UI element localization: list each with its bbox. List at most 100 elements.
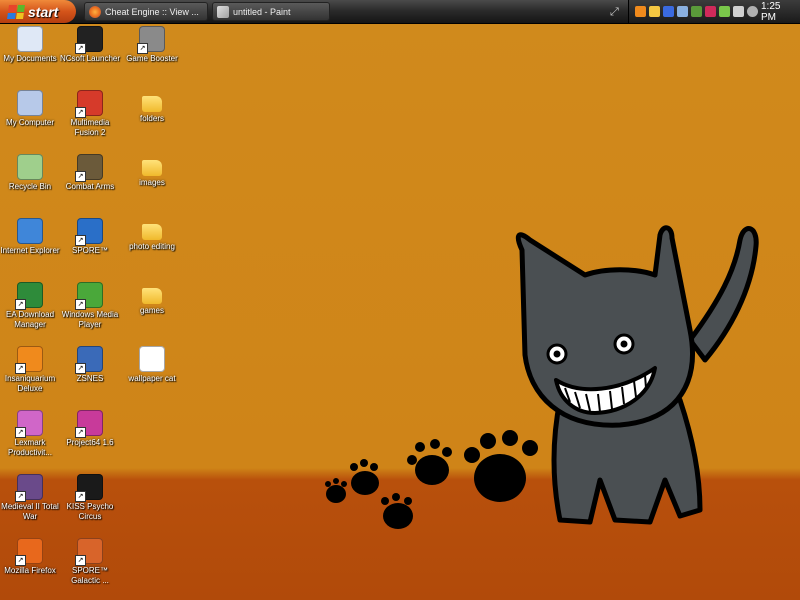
tray-windows-icon[interactable] (719, 6, 730, 17)
desktop-icon-label: My Computer (5, 118, 54, 127)
shortcut-arrow-icon: ↗ (15, 363, 26, 374)
medieval-2-icon: ↗ (15, 474, 43, 502)
desktop-icon-multimedia-fusion-2[interactable]: ↗ Multimedia Fusion 2 (58, 90, 122, 138)
desktop-icon-label: Mozilla Firefox (4, 566, 56, 575)
zsnes-icon: ↗ (75, 346, 103, 374)
shortcut-arrow-icon: ↗ (15, 299, 26, 310)
folders-icon (142, 96, 162, 112)
taskbar-window-label: untitled - Paint (233, 6, 291, 17)
desktop-icon-label: Insaniquarium Deluxe (4, 374, 56, 393)
desktop-icon-game-booster[interactable]: ↗ Game Booster (120, 26, 184, 64)
tray-network-icon[interactable] (663, 6, 674, 17)
shortcut-arrow-icon: ↗ (75, 171, 86, 182)
taskbar-window-paint[interactable]: untitled - Paint (212, 2, 330, 21)
desktop-icon-insaniquarium[interactable]: ↗ Insaniquarium Deluxe (0, 346, 62, 394)
tray-messenger-icon[interactable] (677, 6, 688, 17)
desktop-icon-label: Multimedia Fusion 2 (70, 118, 110, 137)
desktop-icon-label: photo editing (129, 242, 175, 251)
desktop-icon-label: EA Download Manager (5, 310, 55, 329)
system-tray: 1:25 PM (628, 0, 800, 23)
desktop-icon-ea-download-manager[interactable]: ↗ EA Download Manager (0, 282, 62, 330)
shortcut-arrow-icon: ↗ (137, 43, 148, 54)
desktop-icon-label: wallpaper cat (128, 374, 176, 383)
desktop-icon-medieval-2[interactable]: ↗ Medieval II Total War (0, 474, 62, 522)
desktop-icon-internet-explorer[interactable]: Internet Explorer (0, 218, 62, 256)
tray-m-icon[interactable] (705, 6, 716, 17)
kiss-psycho-circus-icon: ↗ (75, 474, 103, 502)
shortcut-arrow-icon: ↗ (75, 107, 86, 118)
tray-settings-icon[interactable] (747, 6, 758, 17)
shortcut-arrow-icon: ↗ (75, 427, 86, 438)
wallpaper-cat-icon (139, 346, 165, 372)
desktop-icon-games[interactable]: games (120, 282, 184, 316)
desktop-icon-my-computer[interactable]: My Computer (0, 90, 62, 128)
multimedia-fusion-2-icon: ↗ (75, 90, 103, 118)
desktop-icon-label: folders (139, 114, 164, 123)
desktop-icon-photo-editing[interactable]: photo editing (120, 218, 184, 252)
desktop-icon-kiss-psycho-circus[interactable]: ↗ KISS Psycho Circus (58, 474, 122, 522)
paint-icon (217, 5, 229, 18)
desktop-icon-label: Recycle Bin (8, 182, 52, 191)
desktop-icon-label: Project64 1.6 (66, 438, 114, 447)
desktop-icon-ncsoft-launcher[interactable]: ↗ NCsoft Launcher (58, 26, 122, 64)
start-button[interactable]: start (0, 0, 76, 23)
desktop-icon-zsnes[interactable]: ↗ ZSNES (58, 346, 122, 384)
tray-update-icon[interactable] (691, 6, 702, 17)
desktop-icon-label: NCsoft Launcher (59, 54, 121, 63)
desktop-icon-images[interactable]: images (120, 154, 184, 188)
taskbar-grip-icon[interactable]: ⤢ (610, 6, 619, 19)
desktop-icon-folders[interactable]: folders (120, 90, 184, 124)
shortcut-arrow-icon: ↗ (15, 491, 26, 502)
shortcut-arrow-icon: ↗ (75, 299, 86, 310)
firefox-icon (89, 5, 101, 18)
shortcut-arrow-icon: ↗ (75, 235, 86, 246)
desktop-icon-label: Medieval II Total War (1, 502, 59, 521)
desktop-icon-label: KISS Psycho Circus (66, 502, 114, 521)
project64-icon: ↗ (75, 410, 103, 438)
windows-media-player-icon: ↗ (75, 282, 103, 310)
desktop-icon-label: images (139, 178, 165, 187)
shortcut-arrow-icon: ↗ (15, 555, 26, 566)
tray-app-icon[interactable] (635, 6, 646, 17)
my-documents-icon (17, 26, 43, 52)
insaniquarium-icon: ↗ (15, 346, 43, 374)
desktop-icon-wallpaper-cat[interactable]: wallpaper cat (120, 346, 184, 384)
taskbar-window-cheat-engine[interactable]: Cheat Engine :: View ... (84, 2, 208, 21)
desktop-icon-label: My Documents (3, 54, 57, 63)
desktop-icon-label: Combat Arms (65, 182, 115, 191)
desktop-icon-windows-media-player[interactable]: ↗ Windows Media Player (58, 282, 122, 330)
desktop-icon-project64[interactable]: ↗ Project64 1.6 (58, 410, 122, 448)
ea-download-manager-icon: ↗ (15, 282, 43, 310)
photo-editing-icon (142, 224, 162, 240)
desktop-icon-label: Game Booster (126, 54, 178, 63)
desktop-icon-mozilla-firefox[interactable]: ↗ Mozilla Firefox (0, 538, 62, 576)
taskbar-window-label: Cheat Engine :: View ... (105, 6, 199, 17)
paw-prints (325, 430, 538, 529)
desktop-icon-spore[interactable]: ↗ SPORE™ (58, 218, 122, 256)
desktop-icon-label: SPORE™ (71, 246, 108, 255)
shortcut-arrow-icon: ↗ (75, 363, 86, 374)
desktop-icon-label: Internet Explorer (0, 246, 60, 255)
desktop-icon-combat-arms[interactable]: ↗ Combat Arms (58, 154, 122, 192)
taskbar: start Cheat Engine :: View ... untitled … (0, 0, 800, 24)
spore-galactic-icon: ↗ (75, 538, 103, 566)
internet-explorer-icon (17, 218, 43, 244)
desktop-icon-my-documents[interactable]: My Documents (0, 26, 62, 64)
shortcut-arrow-icon: ↗ (15, 427, 26, 438)
game-booster-icon: ↗ (137, 26, 165, 54)
desktop-icon-recycle-bin[interactable]: Recycle Bin (0, 154, 62, 192)
mozilla-firefox-icon: ↗ (15, 538, 43, 566)
desktop-icon-label: games (139, 306, 164, 315)
shortcut-arrow-icon: ↗ (75, 491, 86, 502)
tray-volume-icon[interactable] (733, 6, 744, 17)
recycle-bin-icon (17, 154, 43, 180)
games-icon (142, 288, 162, 304)
my-computer-icon (17, 90, 43, 116)
desktop-icon-label: Lexmark Productivit... (7, 438, 52, 457)
tray-shield-icon[interactable] (649, 6, 660, 17)
desktop-icon-spore-galactic[interactable]: ↗ SPORE™ Galactic ... (58, 538, 122, 586)
desktop-icon-label: ZSNES (76, 374, 104, 383)
combat-arms-icon: ↗ (75, 154, 103, 182)
desktop-icon-lexmark[interactable]: ↗ Lexmark Productivit... (0, 410, 62, 458)
start-label: start (28, 3, 59, 20)
